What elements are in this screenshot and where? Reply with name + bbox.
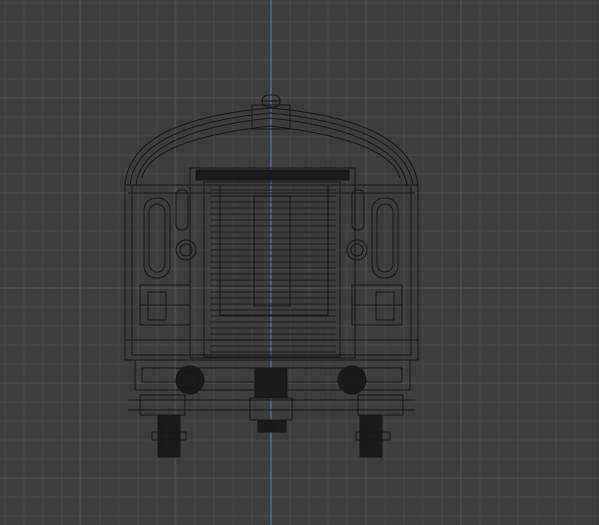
left-window [143,189,189,279]
3d-viewport[interactable] [0,0,599,525]
bogie-left [139,394,187,458]
side-equipment-right [351,284,403,326]
viewport-grid [0,0,599,525]
buffer-left [175,365,205,395]
door-grille [210,189,336,353]
bogie-right [355,394,404,458]
buffer-right [337,365,367,395]
viewport-canvas[interactable] [0,0,599,525]
gangway-door [189,167,356,359]
side-equipment-left [139,284,191,326]
right-window [351,189,399,279]
